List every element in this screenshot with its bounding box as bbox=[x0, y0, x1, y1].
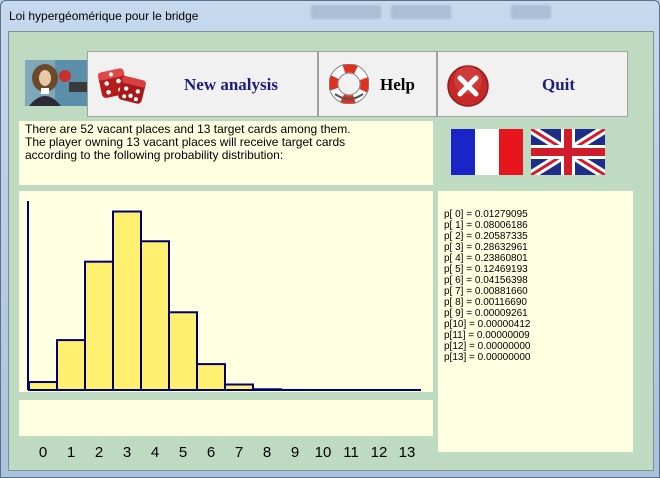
blurred-background-text bbox=[511, 5, 551, 19]
title-bar: Loi hypergéomérique pour le bridge bbox=[1, 1, 660, 31]
lifebuoy-icon bbox=[328, 63, 370, 109]
histogram-bar bbox=[224, 383, 254, 391]
x-tick-label: 12 bbox=[370, 444, 388, 461]
histogram-bar bbox=[140, 240, 170, 392]
x-tick-label: 5 bbox=[178, 444, 188, 461]
window-title: Loi hypergéomérique pour le bridge bbox=[9, 9, 199, 23]
uk-flag-icon[interactable] bbox=[528, 125, 608, 180]
help-label: Help bbox=[380, 75, 415, 94]
x-tick-labels: 0 1 2 3 4 5 6 7 8 9 10 11 12 13 bbox=[19, 444, 439, 464]
x-tick-label: 11 bbox=[343, 444, 359, 461]
info-line: according to the following probability d… bbox=[25, 148, 284, 162]
dice-icon bbox=[96, 60, 148, 115]
probability-item: p[12] = 0.00000000 bbox=[444, 341, 531, 352]
probability-item: p[ 5] = 0.12469193 bbox=[444, 264, 528, 275]
new-analysis-label: New analysis bbox=[184, 75, 278, 94]
probability-item: p[ 2] = 0.20587335 bbox=[444, 231, 528, 242]
histogram-bar bbox=[84, 260, 114, 392]
probability-item: p[ 3] = 0.28632961 bbox=[444, 242, 528, 253]
x-label-panel bbox=[19, 400, 433, 436]
client-area: New analysis Help Quit There are 52 vaca… bbox=[8, 31, 654, 471]
x-tick-label: 0 bbox=[38, 444, 48, 461]
close-icon bbox=[446, 64, 490, 113]
info-panel: There are 52 vacant places and 13 target… bbox=[19, 121, 433, 185]
x-tick-label: 1 bbox=[66, 444, 76, 461]
quit-button[interactable]: Quit bbox=[437, 51, 628, 117]
histogram-bar bbox=[168, 311, 198, 391]
probability-item: p[ 8] = 0.00116690 bbox=[444, 297, 527, 308]
probability-item: p[10] = 0.00000412 bbox=[444, 319, 531, 330]
app-window: Loi hypergéomérique pour le bridge New a… bbox=[0, 0, 660, 478]
chart-panel bbox=[19, 191, 433, 392]
histogram-bar bbox=[196, 363, 226, 391]
help-button[interactable]: Help bbox=[318, 51, 437, 117]
histogram-bar bbox=[28, 381, 58, 392]
x-tick-label: 4 bbox=[150, 444, 160, 461]
x-tick-label: 2 bbox=[94, 444, 104, 461]
x-tick-label: 13 bbox=[398, 444, 416, 461]
quit-label: Quit bbox=[542, 75, 576, 94]
x-tick-label: 8 bbox=[262, 444, 272, 461]
probability-item: p[ 4] = 0.23860801 bbox=[444, 253, 528, 264]
probability-item: p[13] = 0.00000000 bbox=[444, 352, 531, 363]
x-tick-label: 9 bbox=[290, 444, 300, 461]
probability-item: p[ 7] = 0.00881660 bbox=[444, 286, 528, 297]
blurred-background-text bbox=[391, 5, 451, 19]
probability-item: p[ 0] = 0.01279095 bbox=[444, 209, 528, 220]
x-tick-label: 7 bbox=[234, 444, 244, 461]
probability-list: p[ 0] = 0.01279095 p[ 1] = 0.08006186 p[ 2… bbox=[438, 191, 633, 452]
probability-item: p[11] = 0.00000009 bbox=[444, 330, 530, 341]
portrait-logo-icon bbox=[25, 60, 87, 106]
histogram-bar bbox=[112, 210, 142, 391]
x-tick-label: 6 bbox=[206, 444, 216, 461]
probability-item: p[ 1] = 0.08006186 bbox=[444, 220, 528, 231]
new-analysis-button[interactable]: New analysis bbox=[87, 51, 318, 117]
probability-item: p[ 6] = 0.04156398 bbox=[444, 275, 528, 286]
histogram-bar bbox=[56, 339, 86, 391]
probability-item: p[ 9] = 0.00009261 bbox=[444, 308, 528, 319]
french-flag-icon[interactable] bbox=[451, 129, 523, 180]
x-tick-label: 3 bbox=[122, 444, 132, 461]
x-tick-label: 10 bbox=[314, 444, 332, 461]
blurred-background-text bbox=[311, 5, 381, 19]
histogram-bar bbox=[252, 388, 282, 391]
histogram-chart bbox=[27, 201, 421, 392]
